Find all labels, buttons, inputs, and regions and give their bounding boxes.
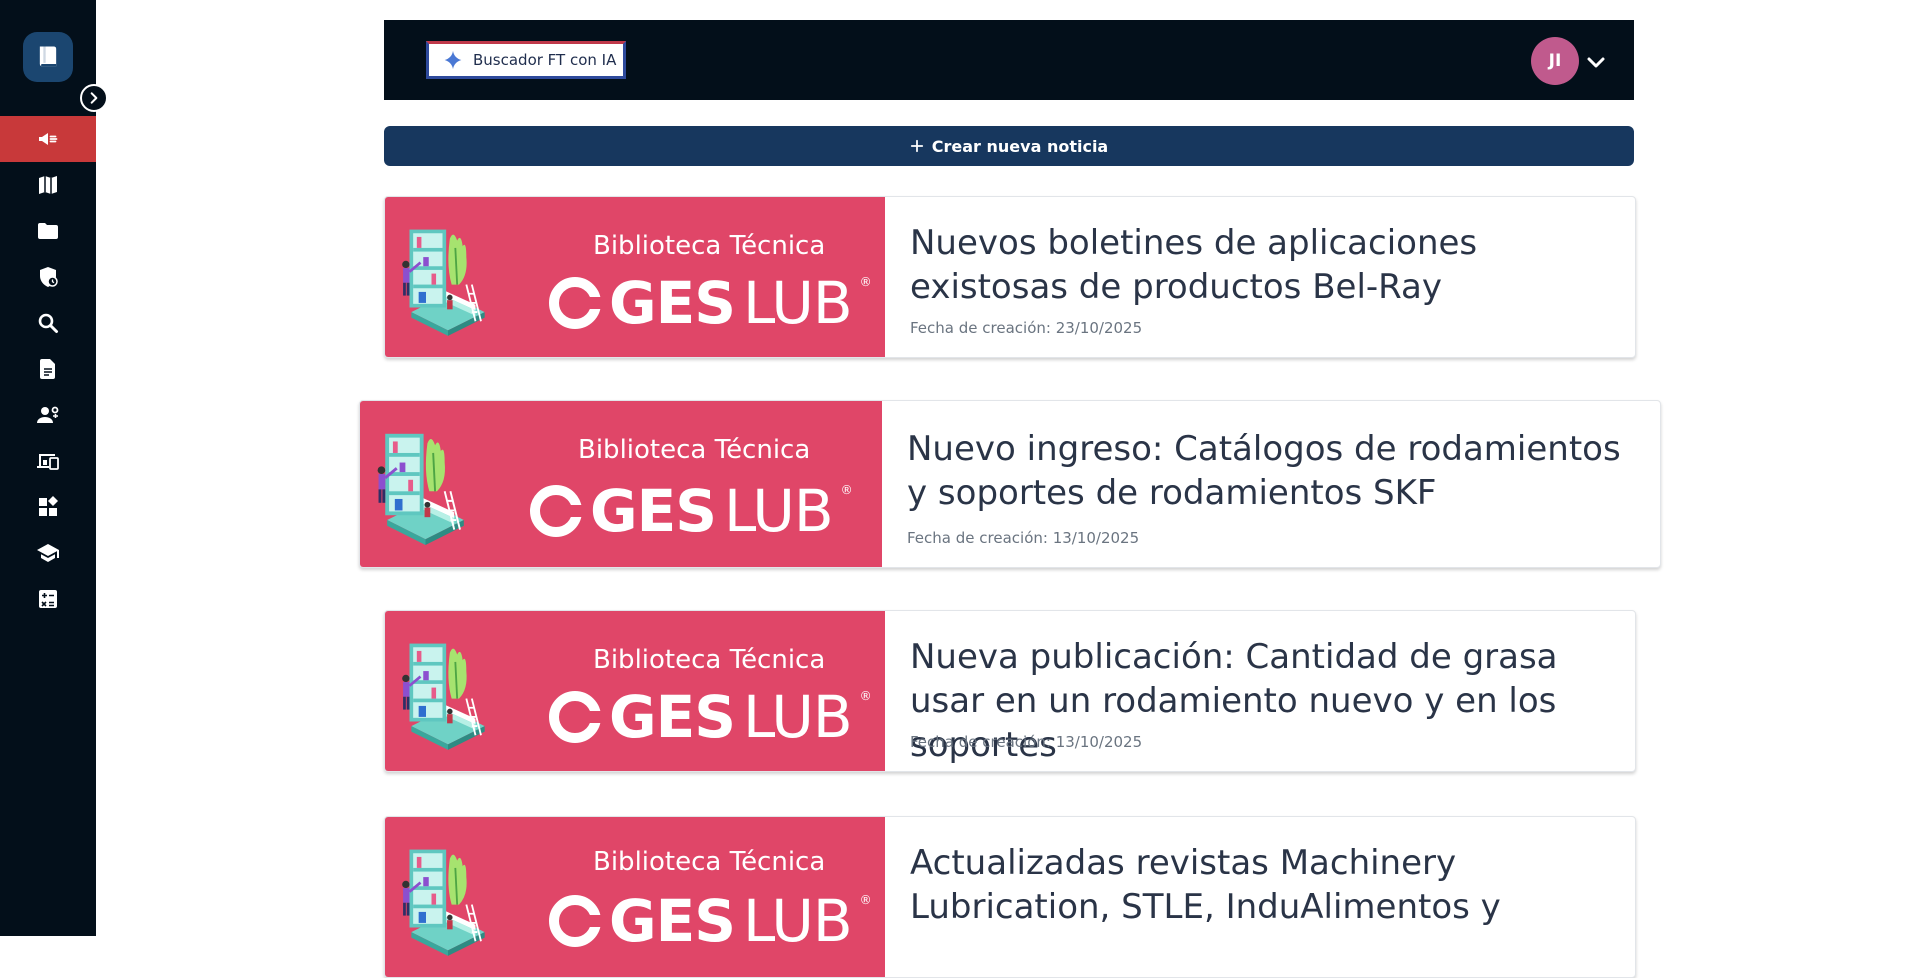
- sidebar-item-widgets[interactable]: [0, 484, 96, 530]
- brand-logo: GES LUB ®: [549, 269, 872, 337]
- brand-logo: GES LUB ®: [549, 887, 872, 955]
- top-bar: Buscador FT con IA JI: [384, 20, 1634, 100]
- devices-icon: [37, 454, 59, 470]
- create-news-label: Crear nueva noticia: [931, 136, 1109, 156]
- sidebar-item-devices[interactable]: [0, 438, 96, 484]
- search-icon: [38, 313, 58, 333]
- banner-title: Biblioteca Técnica: [593, 645, 826, 675]
- news-card[interactable]: Biblioteca Técnica GES LUB ® Nueva publica…: [384, 610, 1636, 772]
- sidebar-item-map[interactable]: [0, 162, 96, 208]
- chevron-down-icon[interactable]: [1584, 50, 1608, 74]
- news-card[interactable]: Biblioteca Técnica GES LUB ® Actualizadas …: [384, 816, 1636, 978]
- sidebar-item-documents[interactable]: [0, 346, 96, 392]
- sparkle-icon: [444, 50, 462, 70]
- create-news-button[interactable]: Crear nueva noticia: [384, 126, 1634, 166]
- library-illustration: [368, 419, 483, 554]
- brand-logo: GES LUB ®: [549, 683, 872, 751]
- document-icon: [40, 359, 55, 379]
- geslub-g-icon: [549, 277, 601, 329]
- map-icon: [39, 176, 57, 194]
- news-banner: Biblioteca Técnica GES LUB ®: [385, 197, 885, 357]
- ai-search-button[interactable]: Buscador FT con IA: [426, 41, 626, 79]
- shield-clock-icon: [40, 267, 58, 287]
- news-banner: Biblioteca Técnica GES LUB ®: [360, 401, 882, 567]
- sidebar-toggle-button[interactable]: [80, 84, 108, 112]
- news-title[interactable]: Nuevos boletines de aplicaciones existos…: [910, 221, 1610, 309]
- chevron-right-icon: [90, 92, 98, 104]
- user-avatar[interactable]: JI: [1531, 37, 1579, 85]
- sidebar-item-calculator[interactable]: [0, 576, 96, 622]
- banner-title: Biblioteca Técnica: [593, 847, 826, 877]
- news-date: Fecha de creación: 13/10/2025: [907, 529, 1140, 547]
- sidebar-item-folders[interactable]: [0, 208, 96, 254]
- book-icon: [39, 46, 57, 67]
- geslub-g-icon: [530, 485, 582, 537]
- news-date: Fecha de creación: 13/10/2025: [910, 733, 1143, 751]
- banner-title: Biblioteca Técnica: [578, 435, 811, 465]
- graduation-cap-icon: [37, 544, 59, 562]
- user-settings-icon: [37, 406, 59, 423]
- news-title[interactable]: Nuevo ingreso: Catálogos de rodamientos …: [907, 427, 1637, 515]
- sidebar: [0, 0, 108, 936]
- megaphone-icon: [39, 133, 58, 145]
- widgets-icon: [39, 496, 58, 516]
- library-illustration: [393, 835, 503, 965]
- news-title[interactable]: Actualizadas revistas Machinery Lubricat…: [910, 841, 1590, 929]
- ai-search-label: Buscador FT con IA: [473, 51, 617, 69]
- library-illustration: [393, 215, 503, 345]
- sidebar-item-security[interactable]: [0, 254, 96, 300]
- geslub-g-icon: [549, 895, 601, 947]
- sidebar-item-training[interactable]: [0, 530, 96, 576]
- geslub-g-icon: [549, 691, 601, 743]
- avatar-initials: JI: [1548, 51, 1562, 71]
- sidebar-item-users[interactable]: [0, 392, 96, 438]
- sidebar-item-search[interactable]: [0, 300, 96, 346]
- plus-icon: [910, 139, 923, 153]
- brand-logo: GES LUB ®: [530, 477, 853, 545]
- banner-title: Biblioteca Técnica: [593, 231, 826, 261]
- calculator-icon: [39, 590, 57, 608]
- news-card[interactable]: Biblioteca Técnica GES LUB ® Nuevo ingreso…: [359, 400, 1661, 568]
- news-banner: Biblioteca Técnica GES LUB ®: [385, 611, 885, 771]
- news-date: Fecha de creación: 23/10/2025: [910, 319, 1143, 337]
- sidebar-item-news[interactable]: [0, 116, 96, 162]
- folder-icon: [38, 223, 58, 239]
- news-card[interactable]: Biblioteca Técnica GES LUB ® Nuevos boleti…: [384, 196, 1636, 358]
- news-banner: Biblioteca Técnica GES LUB ®: [385, 817, 885, 977]
- app-logo[interactable]: [23, 32, 73, 82]
- library-illustration: [393, 629, 503, 759]
